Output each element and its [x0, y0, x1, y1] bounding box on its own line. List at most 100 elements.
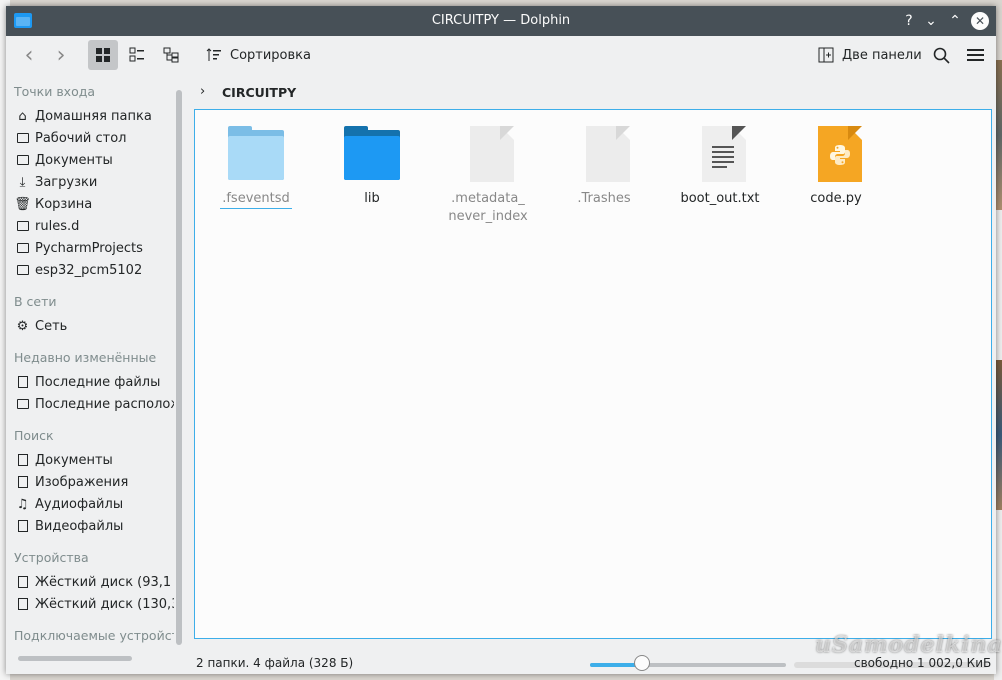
breadcrumb: › CIRCUITPY: [192, 78, 996, 108]
list-compact-icon: [129, 47, 144, 62]
sidebar-item-downloads[interactable]: ⤓ Загрузки: [16, 172, 174, 192]
maximize-button[interactable]: ⌃: [944, 10, 966, 32]
sidebar-item-esp32-pcm5102[interactable]: esp32_pcm5102: [16, 260, 174, 280]
tree-view-icon: [163, 47, 179, 63]
compact-view-button[interactable]: [122, 40, 152, 70]
search-documents-icon: [16, 454, 29, 467]
toolbar: ‹ › Сортировка Две панели: [6, 36, 996, 76]
file-name: .metadata_ never_index: [448, 191, 528, 224]
sidebar-item-trash[interactable]: 🗑 Корзина: [16, 194, 174, 214]
section-header-places: Точки входа: [14, 84, 96, 99]
sidebar-item-label: Изображения: [35, 474, 129, 490]
file-item-fseventsd[interactable]: .fseventsd: [201, 124, 311, 209]
downloads-icon: ⤓: [19, 174, 26, 190]
chevron-right-icon[interactable]: ›: [200, 84, 205, 99]
dolphin-window: CIRCUITPY — Dolphin ? ⌄ ⌃ ✕ ‹ › Сортиров…: [6, 6, 996, 674]
details-view-button[interactable]: [156, 40, 186, 70]
forward-button[interactable]: ›: [48, 40, 74, 70]
section-header-devices: Устройства: [14, 550, 89, 565]
window-title: CIRCUITPY — Dolphin: [431, 13, 571, 28]
file-name: boot_out.txt: [680, 191, 760, 206]
section-header-recent: Недавно изменённые: [14, 350, 157, 365]
sidebar-item-label: Последние располож: [35, 396, 174, 412]
sidebar-item-label: Аудиофайлы: [35, 496, 124, 512]
section-header-network: В сети: [14, 294, 57, 309]
sort-label: Сортировка: [230, 47, 311, 63]
file-item-metadata-never-index[interactable]: .metadata_ never_index: [433, 124, 543, 226]
file-item-trashes[interactable]: .Trashes: [549, 124, 659, 208]
sidebar-item-video[interactable]: Видеофайлы: [16, 516, 174, 536]
help-button[interactable]: ?: [898, 10, 920, 32]
harddisk-icon: [16, 576, 29, 589]
recent-files-icon: [16, 376, 29, 389]
sidebar-item-home[interactable]: ⌂ Домашняя папка: [16, 106, 174, 126]
sidebar-vertical-scrollbar[interactable]: [176, 90, 182, 645]
blank-file-icon: [574, 124, 634, 186]
search-icon: [933, 47, 950, 64]
sidebar-item-label: Последние файлы: [35, 374, 161, 390]
sidebar-item-desktop[interactable]: Рабочий стол: [16, 128, 174, 148]
sidebar-item-images[interactable]: Изображения: [16, 472, 174, 492]
icons-view-button[interactable]: [88, 40, 118, 70]
sort-button[interactable]: Сортировка: [200, 40, 317, 70]
split-view-button[interactable]: Две панели: [812, 40, 928, 70]
file-name: lib: [364, 191, 380, 206]
file-name: .fseventsd: [220, 190, 292, 209]
sidebar-item-documents[interactable]: Документы: [16, 150, 174, 170]
sidebar-item-pycharmprojects[interactable]: PycharmProjects: [16, 238, 174, 258]
trash-icon: 🗑: [16, 196, 31, 212]
file-item-code-py[interactable]: code.py: [781, 124, 891, 208]
sidebar-item-rules-d[interactable]: rules.d: [16, 216, 174, 236]
file-item-lib[interactable]: lib: [317, 124, 427, 208]
sidebar-item-recent-files[interactable]: Последние файлы: [16, 372, 174, 392]
status-summary: 2 папки. 4 файла (328 Б): [196, 656, 354, 670]
sidebar-item-label: rules.d: [35, 218, 80, 234]
documents-icon: [16, 154, 29, 167]
sidebar-item-search-documents[interactable]: Документы: [16, 450, 174, 470]
recent-locations-icon: [16, 398, 29, 411]
sort-icon: [206, 48, 221, 61]
minimize-button[interactable]: ⌄: [920, 10, 942, 32]
sidebar-item-recent-locations[interactable]: Последние располож: [16, 394, 174, 414]
sidebar-item-label: Видеофайлы: [35, 518, 124, 534]
folder-icon: [16, 220, 29, 233]
close-button[interactable]: ✕: [971, 12, 989, 30]
video-icon: [16, 520, 29, 533]
back-button[interactable]: ‹: [16, 40, 42, 70]
file-name: code.py: [810, 191, 862, 206]
hamburger-menu-icon: [966, 49, 984, 61]
sidebar-item-harddisk-1[interactable]: Жёсткий диск (93,1 Гі: [16, 572, 174, 592]
folder-icon: [16, 264, 29, 277]
file-item-boot-out-txt[interactable]: boot_out.txt: [665, 124, 775, 208]
section-header-search: Поиск: [14, 428, 54, 443]
places-panel: Точки входа ⌂ Домашняя папка Рабочий стол…: [6, 78, 186, 661]
chevron-left-icon: ‹: [24, 42, 34, 68]
section-header-removable: Подключаемые устройст: [14, 628, 174, 643]
desktop-icon: [16, 132, 29, 145]
search-button[interactable]: [928, 40, 954, 70]
title-bar[interactable]: CIRCUITPY — Dolphin ? ⌄ ⌃ ✕: [6, 6, 996, 36]
sidebar-item-label: esp32_pcm5102: [35, 262, 143, 278]
sidebar-item-network[interactable]: ⚙ Сеть: [16, 316, 174, 336]
breadcrumb-item-circuitpy[interactable]: CIRCUITPY: [222, 85, 296, 100]
sidebar-item-label: PycharmProjects: [35, 240, 143, 256]
sidebar-item-label: Загрузки: [35, 174, 98, 190]
file-view[interactable]: .fseventsd lib .metadata_ never_index .T…: [194, 109, 992, 639]
network-icon: ⚙: [16, 318, 29, 334]
sidebar-item-label: Рабочий стол: [35, 130, 127, 146]
python-logo-icon: [830, 145, 850, 165]
sidebar-item-harddisk-2[interactable]: Жёсткий диск (130,3 I: [16, 594, 174, 614]
split-panel-icon: [818, 47, 834, 63]
sidebar-item-label: Жёсткий диск (93,1 Гі: [35, 574, 174, 590]
sidebar-item-label: Сеть: [35, 318, 68, 334]
file-name: .Trashes: [577, 191, 631, 206]
text-file-icon: [690, 124, 750, 186]
audio-icon: ♫: [16, 496, 29, 512]
sidebar-item-audio[interactable]: ♫ Аудиофайлы: [16, 494, 174, 514]
home-icon: ⌂: [18, 108, 27, 124]
folder-icon: [342, 124, 402, 186]
free-space-label: свободно 1 002,0 КиБ: [854, 656, 992, 670]
zoom-slider-handle[interactable]: [634, 655, 650, 671]
chevron-right-icon: ›: [56, 42, 66, 68]
menu-button[interactable]: [962, 40, 988, 70]
